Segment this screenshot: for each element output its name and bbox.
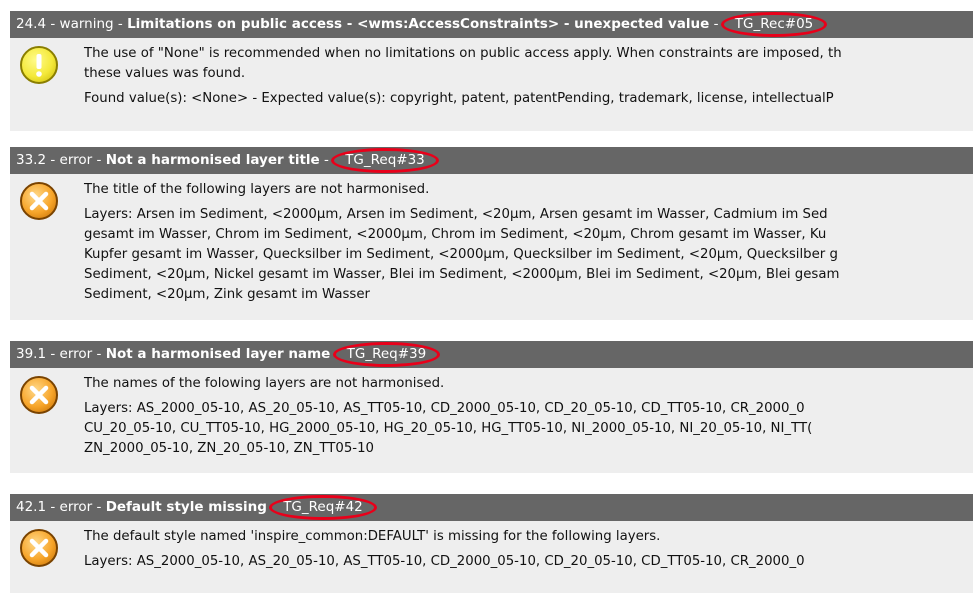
issue-header: 24.4 - warning - Limitations on public a… bbox=[10, 11, 973, 38]
issue-number: 24.4 bbox=[16, 16, 47, 32]
issue-header: 33.2 - error - Not a harmonised layer ti… bbox=[10, 147, 973, 174]
issue-body: The title of the following layers are no… bbox=[10, 174, 973, 320]
issue-24-4: 24.4 - warning - Limitations on public a… bbox=[10, 11, 973, 131]
issue-number: 42.1 bbox=[16, 499, 47, 515]
issue-severity: error bbox=[59, 346, 93, 362]
issue-tag[interactable]: TG_Req#42 bbox=[269, 494, 377, 521]
issue-detail: Layers: Arsen im Sediment, <2000µm, Arse… bbox=[84, 207, 840, 302]
issue-title: Default style missing bbox=[105, 499, 267, 515]
issue-severity: warning bbox=[59, 16, 114, 32]
issue-detail: Found value(s): <None> - Expected value(… bbox=[84, 91, 834, 106]
issue-number: 33.2 bbox=[16, 152, 47, 168]
error-icon bbox=[20, 529, 58, 567]
issue-number: 39.1 bbox=[16, 346, 47, 362]
issue-header: 39.1 - error - Not a harmonised layer na… bbox=[10, 341, 973, 368]
issue-description: The title of the following layers are no… bbox=[84, 182, 430, 197]
issue-title: Not a harmonised layer name bbox=[105, 346, 331, 362]
issue-description: The use of "None" is recommended when no… bbox=[84, 46, 842, 81]
warning-icon bbox=[20, 46, 58, 84]
issue-severity: error bbox=[59, 499, 93, 515]
issue-body: The use of "None" is recommended when no… bbox=[10, 38, 973, 131]
issue-42-1: 42.1 - error - Default style missing TG_… bbox=[10, 494, 973, 593]
issue-39-1: 39.1 - error - Not a harmonised layer na… bbox=[10, 341, 973, 473]
issue-body: The default style named 'inspire_common:… bbox=[10, 521, 973, 593]
issue-33-2: 33.2 - error - Not a harmonised layer ti… bbox=[10, 147, 973, 320]
issue-title: Not a harmonised layer title bbox=[105, 152, 320, 168]
error-icon bbox=[20, 376, 58, 414]
issue-header: 42.1 - error - Default style missing TG_… bbox=[10, 494, 973, 521]
issue-tag[interactable]: TG_Req#33 bbox=[331, 147, 439, 174]
issue-detail: Layers: AS_2000_05-10, AS_20_05-10, AS_T… bbox=[84, 554, 805, 569]
issue-tag[interactable]: TG_Req#39 bbox=[332, 341, 440, 368]
issue-description: The default style named 'inspire_common:… bbox=[84, 529, 661, 544]
error-icon bbox=[20, 182, 58, 220]
issue-description: The names of the folowing layers are not… bbox=[84, 376, 445, 391]
issue-severity: error bbox=[59, 152, 93, 168]
issue-detail: Layers: AS_2000_05-10, AS_20_05-10, AS_T… bbox=[84, 401, 813, 456]
issue-body: The names of the folowing layers are not… bbox=[10, 368, 973, 473]
issue-title: Limitations on public access - <wms:Acce… bbox=[127, 16, 710, 32]
issue-tag[interactable]: TG_Rec#05 bbox=[720, 11, 828, 38]
